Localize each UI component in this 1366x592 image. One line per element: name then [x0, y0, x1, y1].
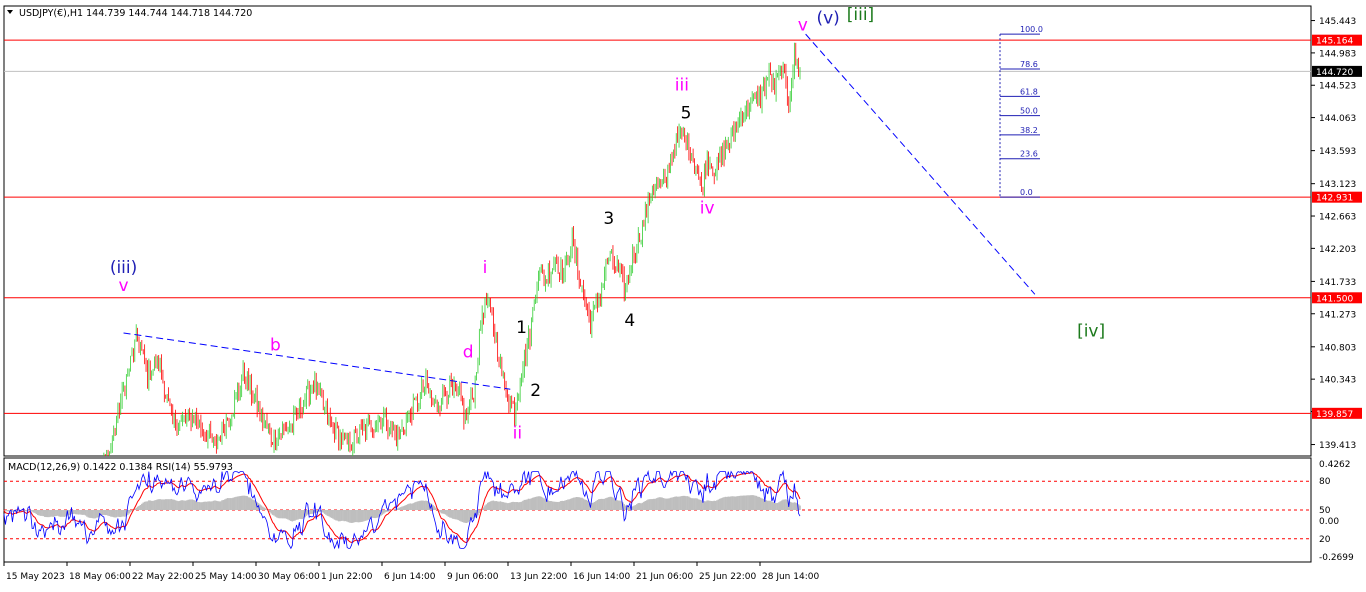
fib-level-label: 38.2 — [1020, 126, 1038, 135]
wave-label: iii — [675, 75, 689, 95]
price-pane-frame — [3, 5, 1312, 457]
level-price-label: 145.164 — [1316, 37, 1353, 47]
level-price-label: 139.857 — [1316, 410, 1353, 420]
wave-label: 4 — [624, 311, 635, 331]
fib-level-label: 23.6 — [1020, 150, 1038, 159]
candlesticks — [103, 42, 801, 456]
fib-level-label: 50.0 — [1020, 107, 1038, 116]
price-tick-label: 139.413 — [1319, 441, 1356, 451]
time-tick-label: 22 May 22:00 — [132, 572, 194, 582]
fib-level-label: 78.6 — [1020, 60, 1038, 69]
level-price-label: 142.931 — [1316, 194, 1353, 204]
wave-label: v — [798, 16, 808, 36]
time-tick-label: 16 Jun 14:00 — [573, 572, 630, 582]
wave-label: [iii] — [847, 5, 874, 25]
time-tick-label: 18 May 06:00 — [69, 572, 131, 582]
price-tick-label: 144.983 — [1319, 49, 1356, 59]
level-price-label: 144.720 — [1316, 68, 1353, 78]
macd-rsi-indicator: MACD(12,26,9) 0.1422 0.1384 RSI(14) 55.9… — [3, 460, 1354, 563]
time-tick-label: 25 May 14:00 — [195, 572, 257, 582]
price-tick-label: 144.063 — [1319, 114, 1356, 124]
wave-label: (v) — [816, 9, 839, 29]
wave-label: b — [270, 336, 281, 356]
fib-level-label: 100.0 — [1020, 25, 1043, 34]
time-tick-label: 9 Jun 06:00 — [447, 572, 499, 582]
indicator-tick-label: 20 — [1319, 535, 1331, 545]
trend-line-upper[interactable] — [123, 332, 511, 390]
price-tick-label: 142.663 — [1319, 213, 1356, 223]
time-tick-label: 28 Jun 14:00 — [762, 572, 819, 582]
dropdown-triangle-icon[interactable] — [7, 10, 13, 14]
fib-level-label: 61.8 — [1020, 87, 1038, 96]
fibonacci-retracement[interactable]: 100.0 78.6 61.8 50.0 38.2 23.6 0.0 — [999, 25, 1043, 198]
indicator-tick-label: 0.00 — [1319, 517, 1339, 527]
wave-label: 1 — [516, 318, 527, 338]
time-tick-label: 25 Jun 22:00 — [699, 572, 756, 582]
price-tick-label: 141.733 — [1319, 278, 1356, 288]
wave-label: 2 — [530, 381, 541, 401]
projection-trend-line[interactable] — [805, 33, 1036, 295]
time-axis: 15 May 2023 18 May 06:00 22 May 22:00 25 Ma… — [3, 562, 819, 582]
wave-label: [iv] — [1077, 321, 1105, 341]
price-axis: 145.443 144.983 144.523 144.063 143.593 143.1… — [1311, 17, 1356, 451]
wave-label: iv — [700, 198, 715, 218]
price-tick-label: 140.803 — [1319, 343, 1356, 353]
symbol-title: USDJPY(€),H1 144.739 144.744 144.718 144… — [19, 8, 252, 19]
price-tick-label: 143.593 — [1319, 147, 1356, 157]
wave-label: d — [463, 343, 474, 363]
indicator-tick-label: 0.4262 — [1319, 460, 1351, 470]
wave-label: 3 — [603, 209, 614, 229]
indicator-title: MACD(12,26,9) 0.1422 0.1384 RSI(14) 55.9… — [8, 462, 233, 473]
wave-label: ii — [513, 423, 522, 443]
time-tick-label: 21 Jun 06:00 — [636, 572, 693, 582]
time-tick-label: 13 Jun 22:00 — [510, 572, 567, 582]
wave-label: i — [483, 258, 488, 278]
time-tick-label: 15 May 2023 — [6, 572, 65, 582]
indicator-tick-label: 50 — [1319, 506, 1331, 516]
wave-label: 5 — [681, 104, 692, 124]
time-tick-label: 1 Jun 22:00 — [321, 572, 373, 582]
wave-label: v — [119, 276, 129, 296]
price-tick-label: 141.273 — [1319, 310, 1356, 320]
price-chart[interactable]: MACD(12,26,9) 0.1422 0.1384 RSI(14) 55.9… — [0, 0, 1366, 588]
chart-header: USDJPY(€),H1 144.739 144.744 144.718 144… — [7, 8, 252, 19]
time-tick-label: 30 May 06:00 — [258, 572, 320, 582]
price-tick-label: 142.203 — [1319, 245, 1356, 255]
price-tick-label: 144.523 — [1319, 82, 1356, 92]
price-tick-label: 140.343 — [1319, 376, 1356, 386]
indicator-tick-label: 80 — [1319, 477, 1331, 487]
price-tick-label: 145.443 — [1319, 17, 1356, 27]
indicator-tick-label: -0.2699 — [1319, 553, 1354, 563]
level-price-label: 141.500 — [1316, 294, 1353, 304]
price-tick-label: 143.123 — [1319, 180, 1356, 190]
time-tick-label: 6 Jun 14:00 — [384, 572, 436, 582]
fib-level-label: 0.0 — [1020, 188, 1033, 197]
chart-window[interactable]: MACD(12,26,9) 0.1422 0.1384 RSI(14) 55.9… — [0, 0, 1366, 588]
